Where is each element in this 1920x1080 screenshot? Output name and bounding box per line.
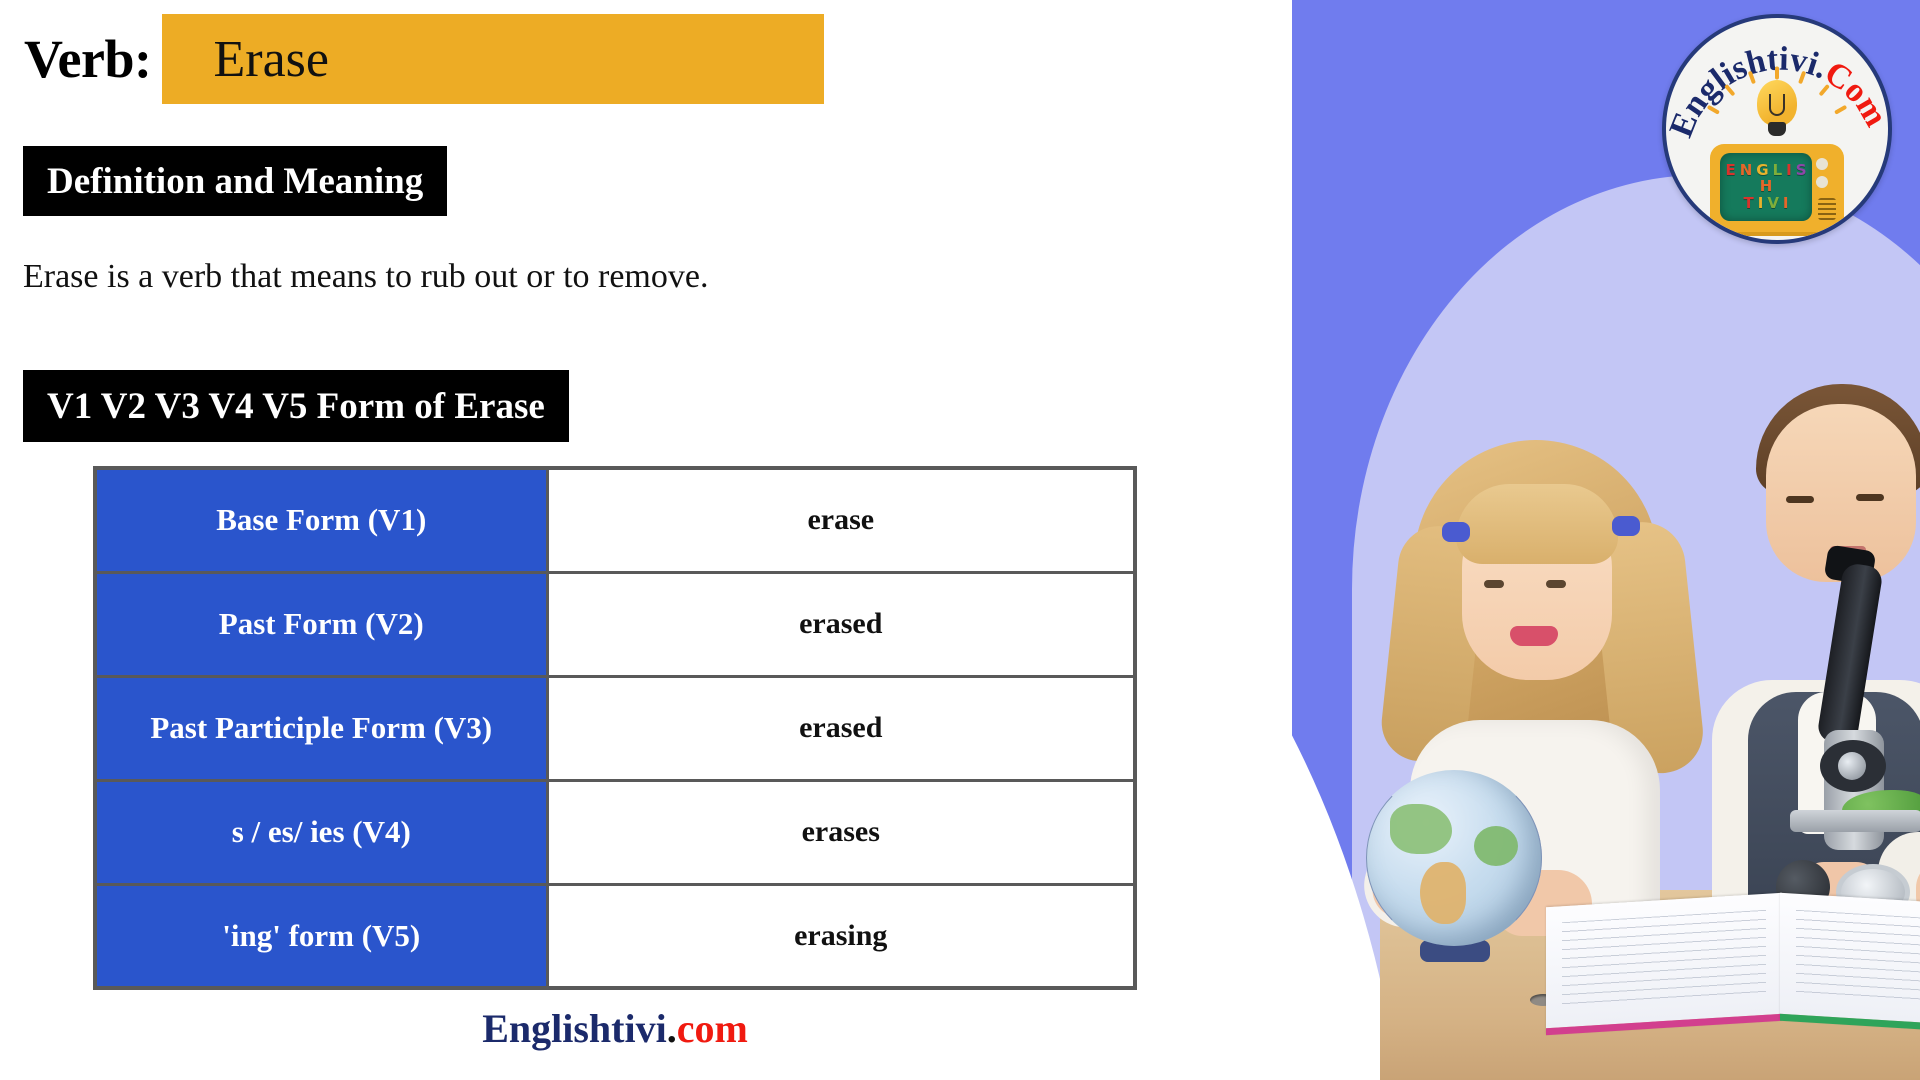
form-value-cell: erasing	[545, 882, 1137, 990]
logo-arc-primary: Englishtivi.	[1666, 41, 1833, 143]
bulb-ray	[1775, 66, 1779, 80]
form-value-cell: erases	[545, 778, 1137, 886]
tv-letter: N	[1739, 161, 1753, 179]
tv-letter: H	[1759, 177, 1773, 195]
lightbulb-icon	[1706, 66, 1848, 138]
microscope-tube	[1816, 561, 1884, 747]
form-label-cell: Past Participle Form (V3)	[93, 674, 549, 782]
students-photo	[1350, 180, 1920, 1080]
tv-letter: S	[1795, 161, 1807, 179]
girl-eye-left	[1484, 580, 1504, 588]
footer-brand-tld: com	[676, 1006, 748, 1051]
tv-speaker-grill	[1818, 198, 1836, 220]
boy-eyebrow-right	[1856, 494, 1884, 501]
book-page-right	[1780, 892, 1920, 1036]
tv-letter: L	[1772, 161, 1783, 179]
television-icon: ENGLISHTIVI	[1710, 144, 1844, 240]
girl-eye-right	[1546, 580, 1566, 588]
form-label-cell: Base Form (V1)	[93, 466, 549, 574]
microscope-objective	[1820, 740, 1886, 792]
book-text-lines	[1796, 909, 1920, 1009]
verb-forms-banner: V1 V2 V3 V4 V5 Form of Erase	[23, 370, 569, 442]
table-row: Past Participle Form (V3) erased	[93, 674, 1137, 782]
globe-icon	[1366, 770, 1542, 946]
girl-mouth	[1510, 626, 1558, 646]
form-value-cell: erase	[545, 466, 1137, 574]
definition-banner: Definition and Meaning	[23, 146, 448, 216]
globe-meridian-ring	[1366, 770, 1542, 946]
girl-hair-tie-right	[1612, 516, 1640, 536]
table-row: Base Form (V1) erase	[93, 466, 1137, 574]
table-row: Past Form (V2) erased	[93, 570, 1137, 678]
tv-letter: V	[1767, 194, 1779, 212]
tv-letter: I	[1782, 194, 1789, 212]
form-label-cell: Past Form (V2)	[93, 570, 549, 678]
tv-letter: E	[1725, 161, 1736, 179]
girl-fringe	[1456, 484, 1618, 564]
form-label-cell: 'ing' form (V5)	[93, 882, 549, 990]
tv-letter: T	[1743, 194, 1754, 212]
open-book	[1546, 878, 1920, 1036]
boy-eyebrow-left	[1786, 496, 1814, 503]
verb-word-highlight: Erase	[161, 14, 824, 104]
footer-brand-dot: .	[666, 1006, 677, 1051]
tv-screen: ENGLISHTIVI	[1720, 153, 1812, 221]
definition-text: Erase is a verb that means to rub out or…	[23, 258, 709, 295]
footer-brand: Englishtivi.com	[93, 1005, 1137, 1052]
tv-letter: G	[1756, 161, 1769, 179]
englishtivi-logo-badge[interactable]: Englishtivi.Com ENGLISHTIVI	[1662, 14, 1892, 244]
form-label-cell: s / es/ ies (V4)	[93, 778, 549, 886]
form-value-cell: erased	[545, 674, 1137, 782]
footer-brand-name: Englishtivi	[482, 1006, 667, 1051]
verb-forms-table: Base Form (V1) erase Past Form (V2) erased P…	[93, 466, 1137, 990]
tv-dial-icon	[1816, 158, 1828, 170]
form-value-cell: erased	[545, 570, 1137, 678]
tv-screen-letters: ENGLISHTIVI	[1720, 153, 1812, 221]
tv-letter: I	[1786, 161, 1792, 179]
microscope-stage	[1790, 810, 1920, 832]
verb-label: Verb:	[24, 29, 152, 89]
book-text-lines	[1562, 909, 1766, 1009]
girl-hair-tie-left	[1442, 522, 1470, 542]
bulb-filament	[1769, 94, 1785, 116]
table-row: s / es/ ies (V4) erases	[93, 778, 1137, 886]
bulb-base	[1768, 122, 1786, 136]
table-row: 'ing' form (V5) erasing	[93, 882, 1137, 990]
logo-arc-secondary: Com	[1818, 54, 1892, 133]
book-page-left	[1546, 892, 1782, 1036]
tv-letter: I	[1757, 194, 1764, 212]
verb-title-row: Verb: Erase	[24, 14, 824, 104]
